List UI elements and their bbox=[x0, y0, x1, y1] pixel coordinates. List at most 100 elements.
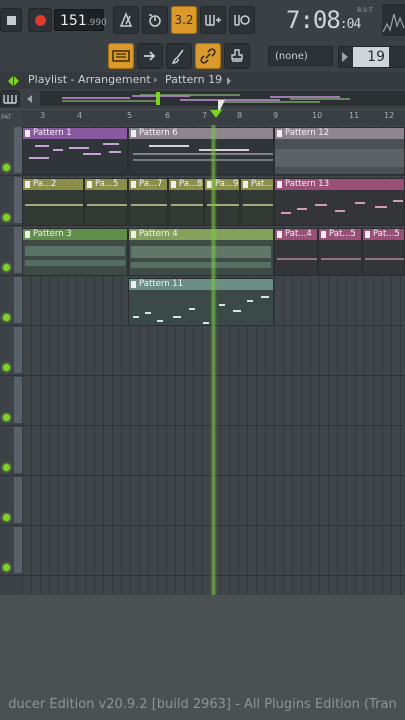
track-mute-led[interactable] bbox=[3, 314, 10, 321]
track-mute-led[interactable] bbox=[3, 564, 10, 571]
record-button[interactable] bbox=[28, 8, 52, 32]
stamp-button[interactable] bbox=[224, 43, 250, 69]
playlist-header: Playlist - Arrangement › Pattern 19 bbox=[0, 72, 405, 89]
track-mute-led[interactable] bbox=[3, 264, 10, 271]
track-strip[interactable] bbox=[14, 427, 22, 473]
clip-label: Pattern 1 bbox=[23, 128, 127, 139]
clip-pattern-5[interactable]: Pa...5 bbox=[84, 178, 128, 226]
clip-pattern-1[interactable]: Pattern 1 bbox=[22, 127, 128, 175]
top-toolbar: 151.990 3.2 7:08:04 B:S:T bbox=[0, 0, 405, 41]
scroll-left-icon[interactable] bbox=[27, 95, 32, 103]
time-sub: :04 bbox=[339, 17, 362, 32]
track-separator bbox=[0, 475, 405, 476]
clip-label: Pa...7 bbox=[129, 179, 167, 190]
channel-selector-value: (none) bbox=[275, 51, 308, 62]
stop-button[interactable] bbox=[0, 8, 22, 32]
piano-roll-view-button[interactable] bbox=[0, 90, 20, 107]
track-mute-led[interactable] bbox=[3, 364, 10, 371]
pattern-selector[interactable]: 19 bbox=[338, 46, 405, 68]
breadcrumb-arrow-icon bbox=[227, 77, 231, 85]
clip-label: Pattern 6 bbox=[129, 128, 273, 139]
metronome-icon bbox=[119, 12, 133, 27]
pattern-prev-icon[interactable] bbox=[342, 52, 348, 62]
clip-pattern-2[interactable]: Pa...2 bbox=[22, 178, 84, 226]
clip-notes bbox=[23, 240, 127, 275]
clip-notes bbox=[129, 190, 167, 225]
track-mute-led[interactable] bbox=[3, 414, 10, 421]
clip-pattern-15-copy[interactable]: Pat...5 bbox=[362, 228, 405, 276]
clip-label: Pat...0 bbox=[241, 179, 273, 190]
clip-pattern-12[interactable]: Pattern 12 bbox=[274, 127, 405, 175]
ruler-mark: 4 bbox=[77, 111, 83, 120]
clip-notes bbox=[129, 240, 273, 275]
clip-label: Pat...4 bbox=[275, 229, 317, 240]
track-mute-led[interactable] bbox=[3, 514, 10, 521]
stamp-icon bbox=[231, 49, 243, 62]
clip-label: Pat...5 bbox=[363, 229, 404, 240]
playlist-pattern-name: Pattern 19 bbox=[165, 73, 223, 86]
track-mute-led[interactable] bbox=[3, 164, 10, 171]
clip-notes bbox=[129, 139, 273, 174]
time-format-label: B:S:T bbox=[357, 7, 373, 14]
clip-label: Pattern 12 bbox=[275, 128, 404, 139]
piano-plus-icon bbox=[205, 15, 221, 26]
clip-pattern-7[interactable]: Pa...7 bbox=[128, 178, 168, 226]
clip-pattern-11[interactable]: Pattern 11 bbox=[128, 278, 274, 326]
typing-keyboard-button[interactable] bbox=[108, 43, 134, 69]
waveform-meter-icon bbox=[382, 13, 405, 33]
track-strip[interactable] bbox=[14, 277, 22, 323]
clip-label: Pattern 4 bbox=[129, 229, 273, 240]
wave-icon bbox=[234, 15, 250, 26]
clip-notes bbox=[169, 190, 203, 225]
clip-label: Pa...8 bbox=[169, 179, 203, 190]
status-bar-text: ducer Edition v20.9.2 [build 2963] - All… bbox=[8, 697, 397, 712]
ruler-mark: 5 bbox=[127, 111, 133, 120]
clip-pattern-8[interactable]: Pa...8 bbox=[168, 178, 204, 226]
clip-pattern-13[interactable]: Pattern 13 bbox=[274, 178, 405, 226]
clip-notes bbox=[241, 190, 273, 225]
time-main: 7:08 bbox=[286, 6, 341, 34]
snap-button[interactable]: 3.2 bbox=[171, 6, 197, 34]
track-separator bbox=[0, 425, 405, 426]
snap-value: 3.2 bbox=[174, 13, 194, 27]
clip-pattern-10[interactable]: Pat...0 bbox=[240, 178, 274, 226]
wave-button[interactable] bbox=[229, 6, 255, 34]
playhead-marker[interactable] bbox=[210, 110, 222, 118]
channel-selector[interactable]: (none) bbox=[268, 46, 333, 66]
stop-icon bbox=[6, 15, 16, 25]
track-mute-led[interactable] bbox=[3, 214, 10, 221]
ruler-mark: 12 bbox=[384, 111, 395, 120]
step-edit-button[interactable] bbox=[137, 43, 163, 69]
track-separator bbox=[0, 525, 405, 526]
breadcrumb-separator: › bbox=[153, 73, 158, 86]
clip-pattern-3[interactable]: Pattern 3 bbox=[22, 228, 128, 276]
ruler-mark: 6 bbox=[165, 111, 171, 120]
clip-pattern-4[interactable]: Pattern 4 bbox=[128, 228, 274, 276]
pat-label: PAT bbox=[1, 114, 12, 121]
track-strip[interactable] bbox=[14, 227, 22, 273]
link-button[interactable] bbox=[195, 43, 221, 69]
clip-notes bbox=[23, 139, 127, 174]
playlist-icon bbox=[8, 76, 13, 86]
tempo-fraction: .990 bbox=[86, 18, 107, 28]
tempo-tap-button[interactable] bbox=[142, 6, 168, 34]
track-strip[interactable] bbox=[14, 377, 22, 423]
brush-button[interactable] bbox=[166, 43, 192, 69]
clip-notes bbox=[363, 240, 404, 275]
piano-plus-button[interactable] bbox=[200, 6, 226, 34]
clip-pattern-15[interactable]: Pat...5 bbox=[318, 228, 362, 276]
tempo-display[interactable]: 151.990 bbox=[54, 9, 107, 31]
track-strip[interactable] bbox=[14, 177, 22, 223]
pattern-number: 19 bbox=[353, 47, 389, 67]
ruler-mark: 11 bbox=[349, 111, 360, 120]
clip-label: Pa...5 bbox=[85, 179, 127, 190]
track-strip[interactable] bbox=[14, 327, 22, 373]
clip-pattern-6[interactable]: Pattern 6 bbox=[128, 127, 274, 175]
ruler-mark: 9 bbox=[273, 111, 279, 120]
track-strip[interactable] bbox=[14, 527, 22, 573]
track-strip[interactable] bbox=[14, 127, 22, 173]
metronome-button[interactable] bbox=[113, 6, 139, 34]
clip-pattern-14[interactable]: Pat...4 bbox=[274, 228, 318, 276]
track-mute-led[interactable] bbox=[3, 464, 10, 471]
track-strip[interactable] bbox=[14, 477, 22, 523]
